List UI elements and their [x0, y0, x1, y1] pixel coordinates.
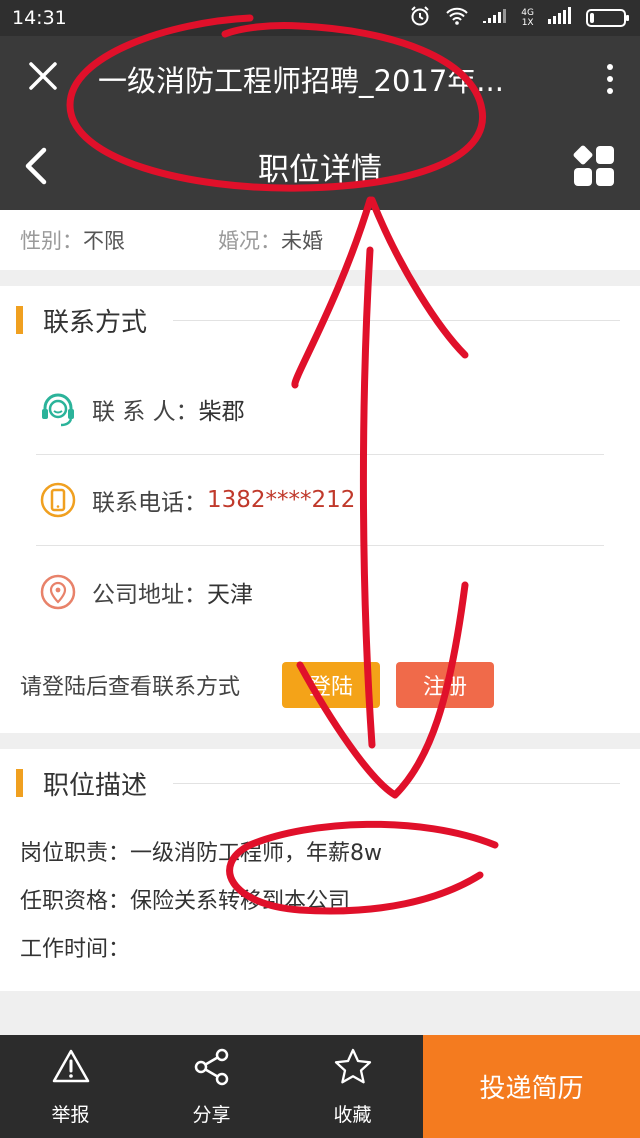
warning-icon — [51, 1047, 91, 1092]
contact-card: 联系方式 联 系 人： 柴郡 联系电话： 1382****212 公司地址： 天… — [0, 286, 640, 733]
status-icons: 4G 1X — [409, 5, 629, 32]
wifi-icon — [445, 6, 469, 31]
basic-info-card: 性别：不限 婚况：未婚 — [0, 210, 640, 270]
window-title-bar: 一级消防工程师招聘_2017年... — [0, 36, 640, 122]
basic-info-row: 性别：不限 婚况：未婚 — [0, 210, 640, 270]
register-button[interactable]: 注册 — [396, 662, 494, 708]
section-marker — [16, 306, 23, 334]
gender-info: 性别：不限 — [20, 229, 125, 253]
login-prompt-row: 请登陆后查看联系方式 登陆 注册 — [0, 637, 640, 733]
close-icon[interactable] — [18, 59, 68, 99]
work-time: 工作时间： — [20, 937, 131, 962]
contact-heading: 联系方式 — [43, 307, 148, 338]
headset-icon — [38, 389, 78, 429]
divider — [0, 733, 640, 749]
back-icon[interactable] — [20, 146, 60, 186]
grid-icon[interactable] — [572, 144, 614, 186]
description-body: 岗位职责：一级消防工程师，年薪8w 任职资格：保险关系转移到本公司 工作时间： — [0, 817, 640, 991]
contact-section-header: 联系方式 — [0, 286, 640, 354]
contact-person-value: 柴郡 — [198, 399, 245, 425]
description-section-header: 职位描述 — [0, 749, 640, 817]
star-icon — [333, 1047, 373, 1092]
login-button[interactable]: 登陆 — [282, 662, 380, 708]
section-marker — [16, 769, 23, 797]
marital-info: 婚况：未婚 — [218, 229, 323, 253]
description-heading: 职位描述 — [43, 770, 148, 801]
status-time: 14:31 — [12, 7, 67, 29]
status-bar: 14:31 4G 1X — [0, 0, 640, 36]
section-rule — [173, 782, 620, 784]
company-address-value: 天津 — [207, 581, 253, 608]
report-button[interactable]: 举报 — [0, 1035, 141, 1138]
section-rule — [173, 319, 620, 321]
favorite-button[interactable]: 收藏 — [282, 1035, 423, 1138]
battery-icon — [586, 9, 629, 27]
login-prompt-text: 请登陆后查看联系方式 — [20, 675, 241, 700]
network-type: 4G 1X — [521, 8, 534, 28]
job-requirements: 任职资格：保险关系转移到本公司 — [20, 889, 351, 914]
window-title: 一级消防工程师招聘_2017年... — [98, 64, 504, 98]
page-title: 职位详情 — [258, 151, 382, 188]
job-detail-content[interactable]: 性别：不限 婚况：未婚 联系方式 联 系 人： 柴郡 联系电话： 1382***… — [0, 210, 640, 1035]
contact-person-row: 联 系 人： 柴郡 — [36, 364, 604, 455]
location-icon — [38, 572, 78, 612]
phone-icon — [38, 480, 78, 520]
job-duties: 岗位职责：一级消防工程师，年薪8w — [20, 841, 382, 866]
signal-icon — [548, 6, 572, 30]
contact-list: 联 系 人： 柴郡 联系电话： 1382****212 公司地址： 天津 — [0, 354, 640, 637]
divider — [0, 270, 640, 286]
description-card: 职位描述 岗位职责：一级消防工程师，年薪8w 任职资格：保险关系转移到本公司 工… — [0, 749, 640, 991]
share-button[interactable]: 分享 — [141, 1035, 282, 1138]
signal-dots-icon — [483, 7, 507, 30]
bottom-action-bar: 举报 分享 收藏 投递简历 — [0, 1035, 640, 1138]
company-address-row: 公司地址： 天津 — [36, 546, 604, 637]
alarm-icon — [409, 5, 431, 32]
nav-bar: 职位详情 — [0, 122, 640, 210]
apply-resume-button[interactable]: 投递简历 — [423, 1035, 640, 1138]
share-icon — [192, 1047, 232, 1092]
contact-phone-row: 联系电话： 1382****212 — [36, 455, 604, 546]
more-icon[interactable] — [598, 64, 622, 94]
contact-phone-value[interactable]: 1382****212 — [207, 487, 355, 513]
